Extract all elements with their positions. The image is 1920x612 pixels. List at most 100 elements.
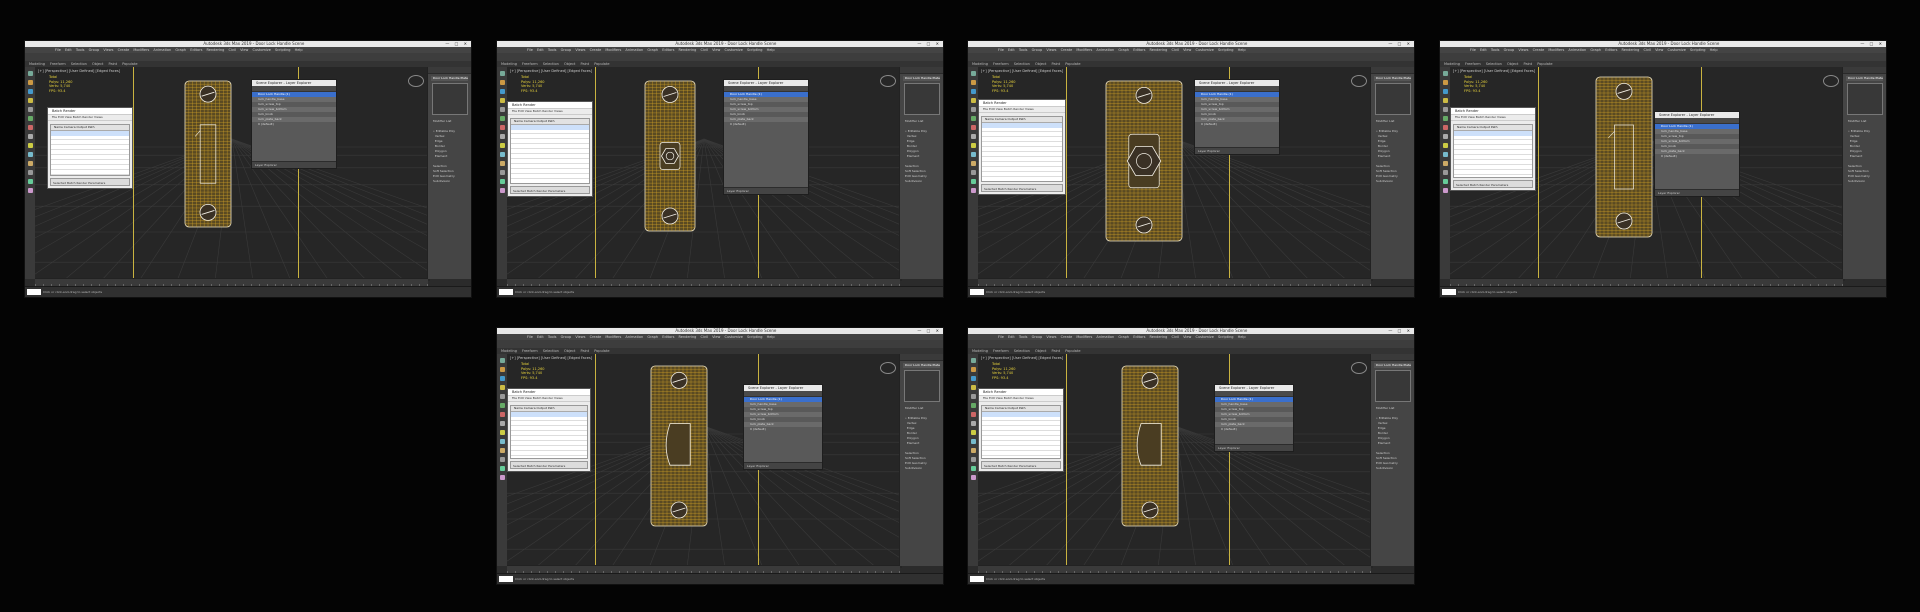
batch-render-parameters[interactable]: Selected Batch Render Parameters — [510, 186, 590, 194]
viewcube-icon[interactable] — [408, 75, 424, 87]
scene-explorer-item[interactable]: 0 (default) — [744, 427, 822, 432]
scene-explorer-item[interactable]: 0 (default) — [1215, 427, 1293, 432]
tool-icon[interactable] — [499, 448, 505, 453]
command-panel-tabs[interactable] — [1371, 354, 1414, 361]
object-name-field[interactable]: Door Lock Handle Plate — [903, 76, 940, 81]
viewport-label[interactable]: [+] [Perspective] [User Defined] [Edged … — [510, 356, 592, 360]
tool-icon[interactable] — [499, 457, 505, 462]
tool-icon[interactable] — [499, 134, 505, 139]
batch-render-table[interactable]: Name Camera Output Path — [50, 124, 130, 176]
tool-icon[interactable] — [499, 170, 505, 175]
object-name-field[interactable]: Door Lock Handle Plate — [1374, 76, 1411, 81]
command-panel[interactable]: Door Lock Handle Plate Modifier List • E… — [427, 67, 471, 279]
modifier-stack[interactable] — [1375, 83, 1411, 115]
batch-render-title[interactable]: Batch Render — [979, 389, 1063, 396]
batch-render-table[interactable]: Name Camera Output Path — [981, 405, 1061, 459]
tool-icon[interactable] — [499, 188, 505, 193]
tool-icon[interactable] — [970, 152, 976, 157]
tool-icon[interactable] — [499, 385, 505, 390]
object-name-field[interactable]: Door Lock Handle Plate — [431, 76, 468, 81]
scene-explorer-list[interactable]: Door Lock Handle (1) lock_handle_base lock… — [1215, 397, 1293, 432]
batch-render-dialog[interactable]: Batch Render File Edit View Batch Render… — [47, 107, 133, 189]
viewport-label[interactable]: [+] [Perspective] [User Defined] [Edged … — [510, 69, 592, 73]
modifier-rollouts[interactable]: Modifier List • Editable Poly Vertex Edg… — [905, 119, 940, 184]
command-panel-tabs[interactable] — [900, 67, 943, 74]
scene-explorer-dialog[interactable]: Scene Explorer - Layer Explorer Door Loc… — [1654, 111, 1740, 197]
tool-icon[interactable] — [970, 475, 976, 480]
tool-icon[interactable] — [970, 125, 976, 130]
tool-icon[interactable] — [499, 80, 505, 85]
tool-icon[interactable] — [27, 134, 33, 139]
maxscript-listener[interactable] — [970, 576, 984, 582]
batch-render-dialog[interactable]: Batch Render File Edit View Batch Render… — [1450, 107, 1536, 191]
modifier-rollouts[interactable]: Modifier List • Editable Poly Vertex Edg… — [1376, 406, 1411, 471]
command-panel[interactable]: Door Lock Handle Plate Modifier List • E… — [1370, 354, 1414, 566]
tool-icon[interactable] — [27, 179, 33, 184]
batch-render-parameters[interactable]: Selected Batch Render Parameters — [1453, 180, 1533, 188]
scene-explorer-footer[interactable]: Layer Explorer — [744, 462, 822, 469]
tool-icon[interactable] — [970, 71, 976, 76]
batch-render-menu[interactable]: File Edit View Batch Render Views — [48, 115, 132, 121]
animation-controls[interactable] — [1390, 574, 1410, 584]
tool-icon[interactable] — [1442, 170, 1448, 175]
table-row[interactable] — [511, 125, 589, 130]
tool-icon[interactable] — [970, 89, 976, 94]
modifier-stack[interactable] — [1375, 370, 1411, 402]
command-panel-tabs[interactable] — [1371, 67, 1414, 74]
scene-explorer-item[interactable]: 0 (default) — [1655, 154, 1739, 159]
scene-explorer-item[interactable]: 0 (default) — [1195, 122, 1279, 127]
batch-render-menu[interactable]: File Edit View Batch Render Views — [979, 396, 1063, 402]
tool-icon[interactable] — [970, 367, 976, 372]
tool-icon[interactable] — [1442, 98, 1448, 103]
scene-explorer-list[interactable]: Door Lock Handle (1) lock_handle_base lock… — [1195, 92, 1279, 127]
batch-render-table[interactable]: Name Camera Output Path — [1453, 124, 1533, 178]
batch-render-table[interactable]: Name Camera Output Path — [510, 118, 590, 184]
tool-icon[interactable] — [27, 98, 33, 103]
maxscript-listener[interactable] — [499, 289, 513, 295]
batch-render-parameters[interactable]: Selected Batch Render Parameters — [981, 184, 1063, 192]
tool-icon[interactable] — [970, 376, 976, 381]
tool-icon[interactable] — [499, 125, 505, 130]
tool-icon[interactable] — [970, 179, 976, 184]
animation-controls[interactable] — [447, 287, 467, 297]
maxscript-listener[interactable] — [1442, 289, 1456, 295]
table-row[interactable] — [982, 123, 1062, 128]
batch-render-title[interactable]: Batch Render — [508, 102, 592, 109]
scene-explorer-dialog[interactable]: Scene Explorer - Layer Explorer Door Loc… — [1214, 384, 1294, 452]
tool-icon[interactable] — [1442, 80, 1448, 85]
tool-icon[interactable] — [499, 367, 505, 372]
batch-render-menu[interactable]: File Edit View Batch Render Views — [1451, 115, 1535, 121]
modifier-stack[interactable] — [1847, 83, 1883, 115]
batch-render-parameters[interactable]: Selected Batch Render Parameters — [981, 461, 1061, 469]
batch-render-title[interactable]: Batch Render — [1451, 108, 1535, 115]
object-name-field[interactable]: Door Lock Handle Plate — [1846, 76, 1883, 81]
scene-explorer-dialog[interactable]: Scene Explorer - Layer Explorer Door Loc… — [743, 384, 823, 470]
tool-icon[interactable] — [1442, 125, 1448, 130]
tool-icon[interactable] — [499, 421, 505, 426]
command-panel-tabs[interactable] — [900, 354, 943, 361]
maxscript-listener[interactable] — [499, 576, 513, 582]
tool-icon[interactable] — [27, 125, 33, 130]
object-name-field[interactable]: Door Lock Handle Plate — [1374, 363, 1411, 368]
command-panel[interactable]: Door Lock Handle Plate Modifier List • E… — [1842, 67, 1886, 279]
tool-icon[interactable] — [1442, 116, 1448, 121]
tool-icon[interactable] — [970, 385, 976, 390]
modifier-rollouts[interactable]: Modifier List • Editable Poly Vertex Edg… — [1376, 119, 1411, 184]
tool-icon[interactable] — [499, 394, 505, 399]
table-row[interactable] — [1454, 131, 1532, 136]
scene-explorer-list[interactable]: Door Lock Handle (1) lock_handle_base lock… — [1655, 124, 1739, 159]
command-panel-tabs[interactable] — [428, 67, 471, 74]
tool-icon[interactable] — [970, 80, 976, 85]
tool-icon[interactable] — [970, 188, 976, 193]
tool-icon[interactable] — [27, 107, 33, 112]
modifier-stack[interactable] — [904, 83, 940, 115]
batch-render-menu[interactable]: File Edit View Batch Render Views — [508, 396, 590, 402]
tool-icon[interactable] — [27, 152, 33, 157]
scene-explorer-item[interactable]: 0 (default) — [252, 122, 336, 127]
tool-icon[interactable] — [27, 170, 33, 175]
tool-icon[interactable] — [499, 358, 505, 363]
batch-render-table[interactable]: Name Camera Output Path — [981, 116, 1063, 182]
tool-icon[interactable] — [970, 421, 976, 426]
tool-icon[interactable] — [1442, 107, 1448, 112]
viewport-label[interactable]: [+] [Perspective] [User Defined] [Edged … — [38, 69, 120, 73]
